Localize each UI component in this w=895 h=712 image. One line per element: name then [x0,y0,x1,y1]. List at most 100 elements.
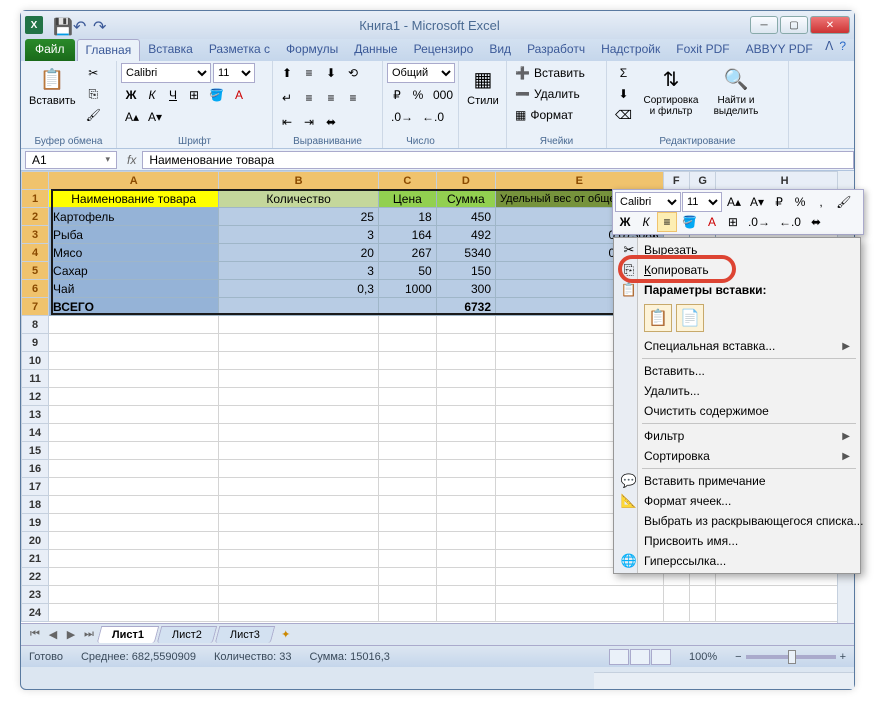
view-layout-button[interactable] [630,649,650,665]
cell-name-3[interactable]: Сахар [49,262,219,280]
align-top-button[interactable]: ⬆ [277,63,297,83]
tab-developer[interactable]: Разработч [519,39,593,61]
autosum-button[interactable]: Σ [611,63,636,83]
orientation-button[interactable]: ⟲ [343,63,363,83]
zoom-level[interactable]: 100% [689,651,717,663]
help-icon[interactable]: ? [839,39,846,61]
font-name-combo[interactable]: Calibri [121,63,211,83]
row-header-6[interactable]: 6 [22,280,49,298]
mini-size-combo[interactable]: 11 [682,192,722,212]
cell-qty-1[interactable]: 3 [219,226,379,244]
align-bottom-button[interactable]: ⬇ [321,63,341,83]
ctx-clear[interactable]: Очистить содержимое [616,401,858,421]
clear-button[interactable]: ⌫ [611,105,636,125]
align-center-button[interactable]: ≡ [321,88,341,108]
view-normal-button[interactable] [609,649,629,665]
header-name[interactable]: Наименование товара [49,190,219,208]
paste-option-1[interactable]: 📋 [644,304,672,332]
ctx-format-cells[interactable]: 📐Формат ячеек... [616,491,858,511]
minimize-button[interactable]: ─ [750,16,778,34]
tab-home[interactable]: Главная [77,39,141,61]
align-right-button[interactable]: ≡ [343,88,363,108]
name-box[interactable]: A1 ▾ [25,151,117,169]
cell-qty-2[interactable]: 20 [219,244,379,262]
cell-name-2[interactable]: Мясо [49,244,219,262]
comma-button[interactable]: 000 [429,85,457,105]
merge-button[interactable]: ⬌ [321,112,341,132]
number-format-combo[interactable]: Общий [387,63,455,83]
cut-button[interactable]: ✂ [82,63,105,83]
ctx-define-name[interactable]: Присвоить имя... [616,531,858,551]
cell-price-2[interactable]: 267 [378,244,436,262]
format-cells-button[interactable]: ▦ Формат [511,105,603,125]
col-header-A[interactable]: A [49,172,219,190]
sheet-tab-1[interactable]: Лист1 [97,626,160,643]
row-header-9[interactable]: 9 [22,334,49,352]
tab-foxit[interactable]: Foxit PDF [668,39,737,61]
delete-cells-button[interactable]: ➖ Удалить [511,84,603,104]
cell-sum-1[interactable]: 492 [436,226,495,244]
mini-bold[interactable]: Ж [615,212,635,232]
row-header-18[interactable]: 18 [22,496,49,514]
mini-fill-color[interactable]: 🪣 [678,212,701,232]
styles-button[interactable]: ▦ Стили [463,63,503,109]
tab-insert[interactable]: Вставка [140,39,201,61]
mini-inc-decimal[interactable]: .0→ [744,212,774,232]
cell-name-1[interactable]: Рыба [49,226,219,244]
cell-sum-0[interactable]: 450 [436,208,495,226]
col-header-G[interactable]: G [689,172,715,190]
save-icon[interactable]: 💾 [53,17,69,33]
tab-layout[interactable]: Разметка с [201,39,278,61]
row-header-4[interactable]: 4 [22,244,49,262]
cell-sum-4[interactable]: 300 [436,280,495,298]
tab-file[interactable]: Файл [25,39,75,61]
tab-nav-last[interactable]: ⏭ [81,628,97,641]
mini-italic[interactable]: К [636,212,656,232]
decrease-indent-button[interactable]: ⇤ [277,112,297,132]
tab-formulas[interactable]: Формулы [278,39,346,61]
find-select-button[interactable]: 🔍 Найти и выделить [706,63,766,119]
row-header-5[interactable]: 5 [22,262,49,280]
tab-view[interactable]: Вид [481,39,519,61]
mini-percent[interactable]: % [790,192,810,212]
col-header-C[interactable]: C [378,172,436,190]
row-header-23[interactable]: 23 [22,586,49,604]
col-header-F[interactable]: F [663,172,689,190]
header-price[interactable]: Цена [378,190,436,208]
tab-addins[interactable]: Надстройк [593,39,668,61]
cell-qty-4[interactable]: 0,3 [219,280,379,298]
col-header-H[interactable]: H [716,172,854,190]
bold-button[interactable]: Ж [121,85,141,105]
cell-total-sum[interactable]: 6732 [436,298,495,316]
tab-nav-first[interactable]: ⏮ [27,628,43,641]
ctx-insert[interactable]: Вставить... [616,361,858,381]
new-sheet-icon[interactable]: ✦ [281,628,290,641]
ctx-comment[interactable]: 💬Вставить примечание [616,471,858,491]
wrap-text-button[interactable]: ↵ [277,88,297,108]
row-header-15[interactable]: 15 [22,442,49,460]
undo-icon[interactable]: ↶ [73,17,89,33]
col-header-B[interactable]: B [219,172,379,190]
view-pagebreak-button[interactable] [651,649,671,665]
increase-decimal-button[interactable]: .0→ [387,107,417,127]
cell-price-0[interactable]: 18 [378,208,436,226]
mini-comma[interactable]: , [811,192,831,212]
fill-color-button[interactable]: 🪣 [205,85,228,105]
format-painter-button[interactable]: 🖌 [82,105,105,125]
row-header-12[interactable]: 12 [22,388,49,406]
horizontal-scrollbar[interactable] [594,672,854,689]
mini-border[interactable]: ⊞ [723,212,743,232]
insert-cells-button[interactable]: ➕ Вставить [511,63,603,83]
ctx-cut[interactable]: ✂Вырезать [616,240,858,260]
mini-font-combo[interactable]: Calibri [615,192,681,212]
cell-price-1[interactable]: 164 [378,226,436,244]
paste-button[interactable]: 📋 Вставить [25,63,80,109]
redo-icon[interactable]: ↷ [93,17,109,33]
fx-icon[interactable]: fx [121,153,142,167]
percent-button[interactable]: % [408,85,428,105]
cell-price-3[interactable]: 50 [378,262,436,280]
sheet-tab-2[interactable]: Лист2 [157,626,218,643]
row-header-3[interactable]: 3 [22,226,49,244]
cell-qty-3[interactable]: 3 [219,262,379,280]
row-header-14[interactable]: 14 [22,424,49,442]
